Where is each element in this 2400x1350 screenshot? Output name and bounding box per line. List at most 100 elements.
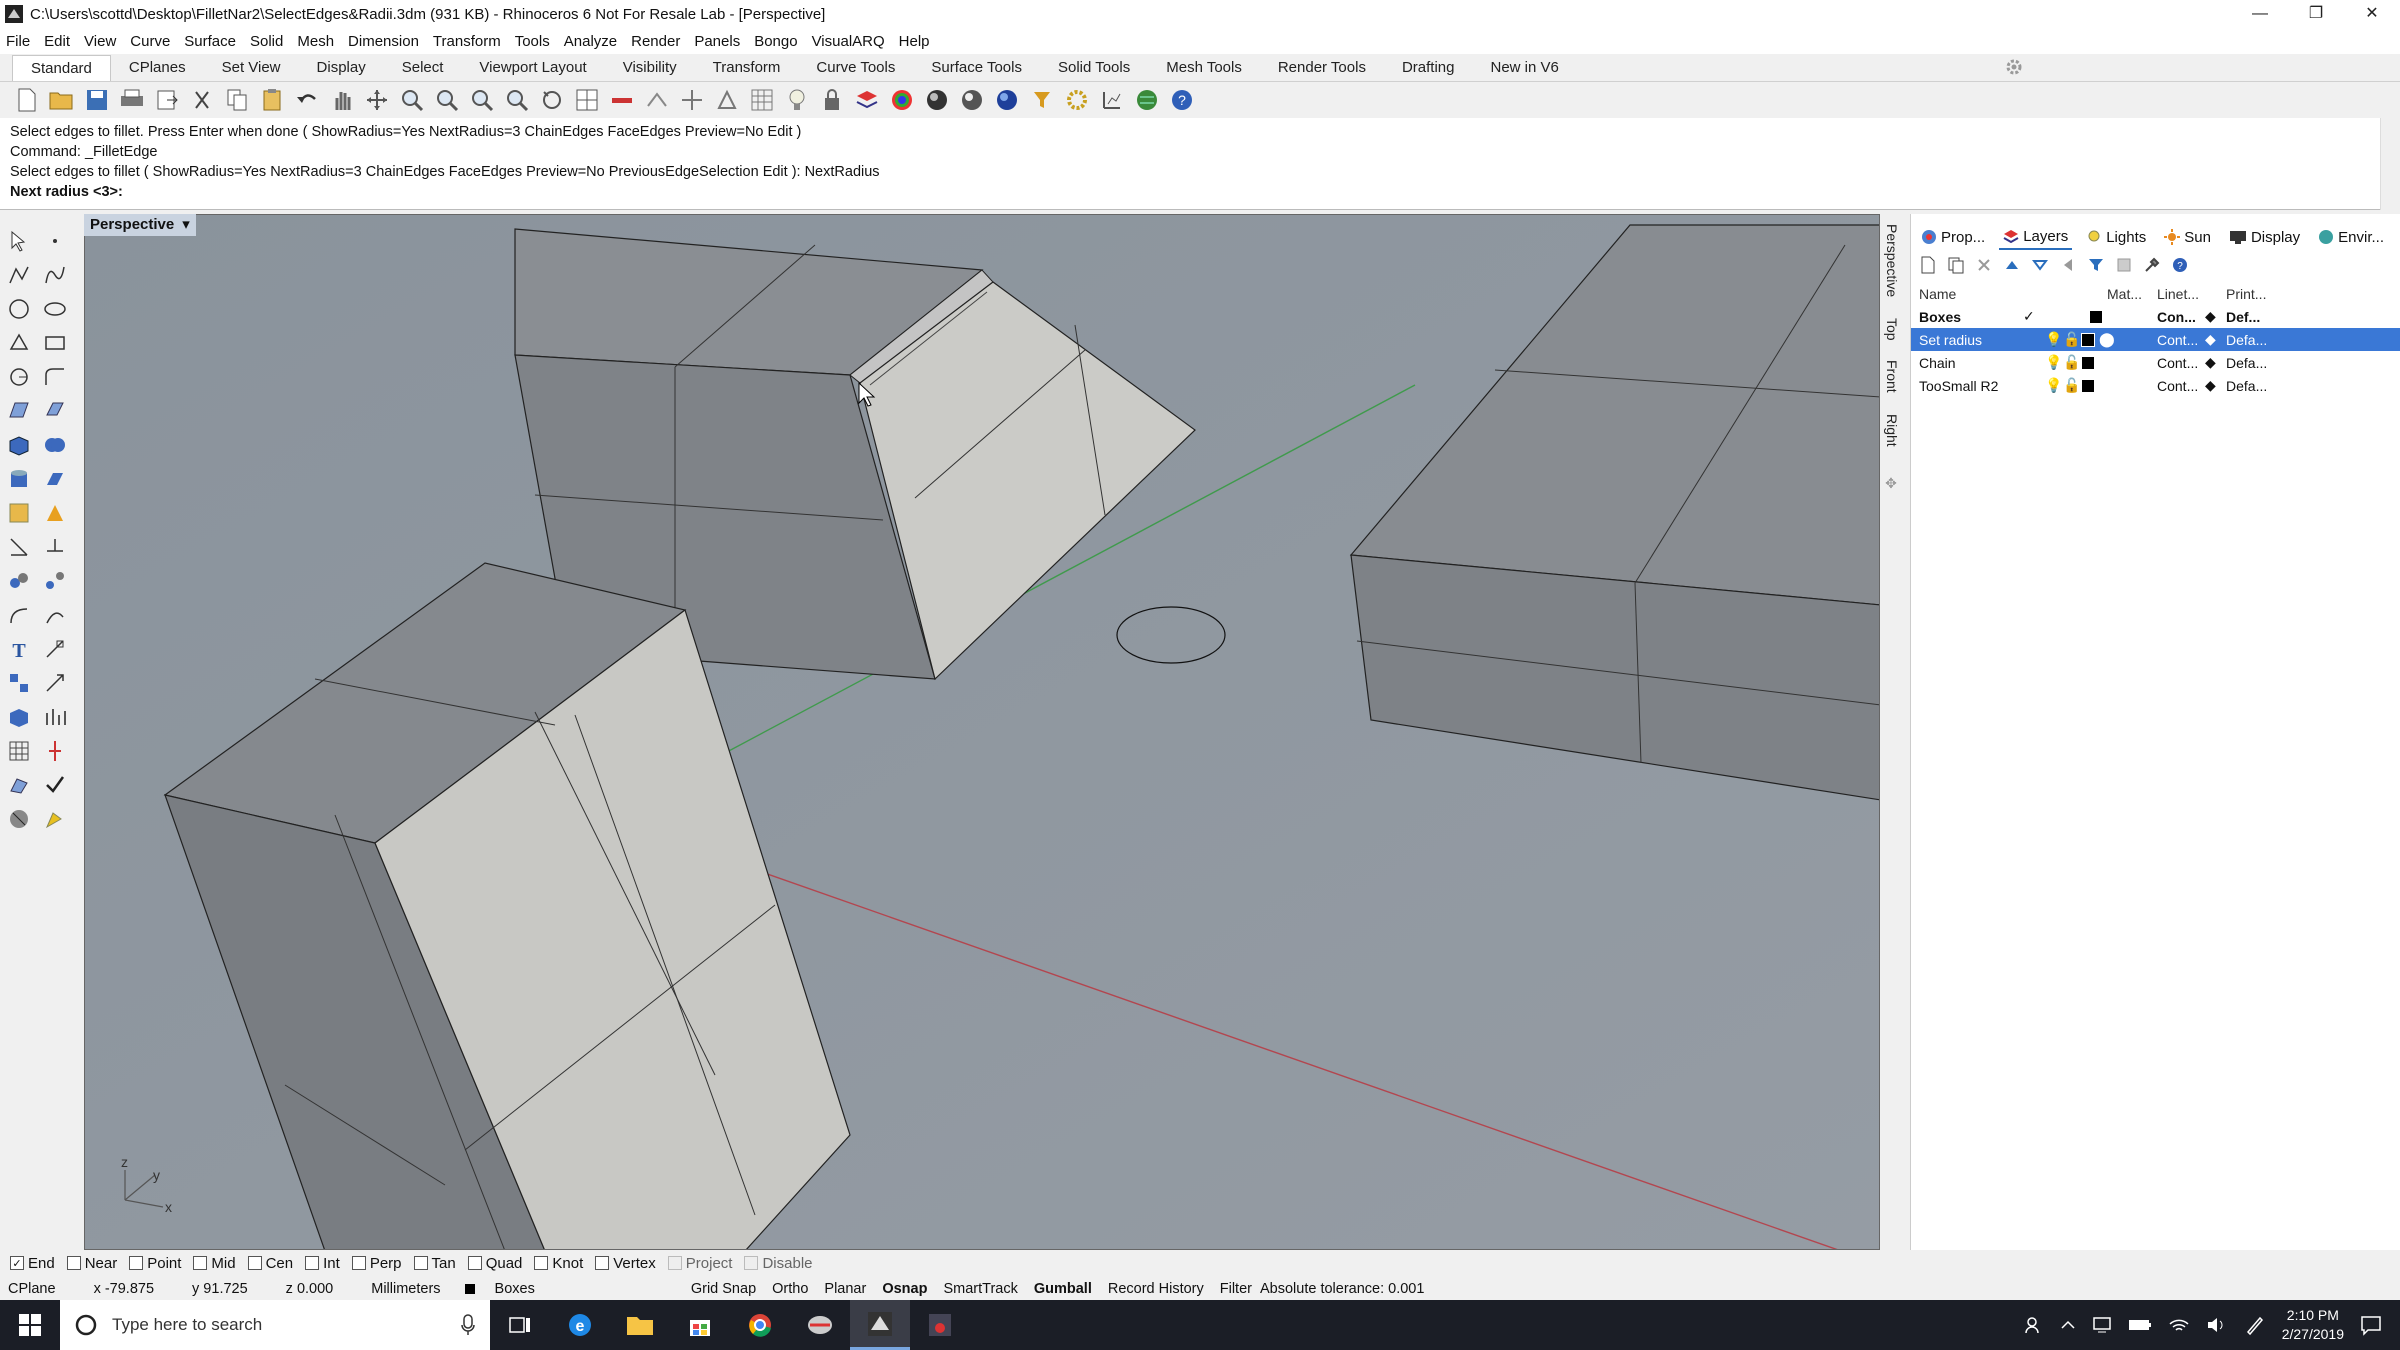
dims-icon[interactable] [4, 770, 34, 800]
copy-icon[interactable] [222, 86, 251, 115]
layer-options-icon[interactable] [2113, 254, 2135, 276]
status-grid-snap[interactable]: Grid Snap [691, 1281, 756, 1297]
status-cplane[interactable]: CPlane [8, 1281, 56, 1297]
mesh-icon[interactable] [4, 498, 34, 528]
tab-viewport-layout[interactable]: Viewport Layout [461, 55, 604, 81]
add-view-icon[interactable]: ✥ [1884, 476, 1900, 492]
view-tab-right[interactable]: Right [1884, 414, 1900, 447]
tab-surface-tools[interactable]: Surface Tools [913, 55, 1040, 81]
scale-icon[interactable] [40, 668, 70, 698]
people-icon[interactable] [2024, 1315, 2044, 1335]
tab-sun[interactable]: Sun [2160, 224, 2215, 250]
menu-surface[interactable]: Surface [184, 33, 236, 50]
tab-layers[interactable]: Layers [1999, 224, 2073, 250]
layer-print-width[interactable]: Defa... [2226, 355, 2267, 371]
light-bulb-on-icon[interactable]: 💡 [2045, 354, 2062, 371]
wifi-icon[interactable] [2168, 1316, 2190, 1334]
options-icon[interactable] [1062, 86, 1091, 115]
app-icon[interactable] [790, 1300, 850, 1350]
box-icon[interactable] [4, 430, 34, 460]
osnap-perp[interactable]: Perp [351, 1255, 402, 1272]
export-icon[interactable] [152, 86, 181, 115]
cylinder-icon[interactable] [4, 464, 34, 494]
unlock-icon[interactable]: 🔓 [2063, 331, 2080, 348]
checkbox-disabled[interactable] [667, 1256, 682, 1270]
undo-icon[interactable] [292, 86, 321, 115]
cplane-icon[interactable] [607, 86, 636, 115]
point-icon[interactable] [40, 226, 70, 256]
globe-icon[interactable] [1132, 86, 1161, 115]
osnap-tan[interactable]: Tan [413, 1255, 456, 1272]
layer-color-swatch[interactable] [2081, 378, 2095, 393]
layer-print-width[interactable]: Def... [2226, 309, 2260, 325]
menu-tools[interactable]: Tools [515, 33, 550, 50]
layer-icon[interactable] [852, 86, 881, 115]
tools-icon[interactable] [2141, 254, 2163, 276]
tab-transform[interactable]: Transform [695, 55, 799, 81]
osnap-cen[interactable]: Cen [247, 1255, 293, 1272]
grid-array-icon[interactable] [4, 736, 34, 766]
menu-render[interactable]: Render [631, 33, 680, 50]
menu-view[interactable]: View [84, 33, 116, 50]
tab-solid-tools[interactable]: Solid Tools [1040, 55, 1148, 81]
checkbox[interactable] [534, 1256, 549, 1270]
close-button[interactable]: ✕ [2344, 0, 2400, 28]
checkbox[interactable] [595, 1256, 610, 1270]
ungroup-icon[interactable] [40, 566, 70, 596]
print-icon[interactable] [117, 86, 146, 115]
viewport-title[interactable]: Perspective ▾ [84, 214, 196, 236]
surface-icon[interactable] [4, 396, 34, 426]
panel-help-icon[interactable]: ? [2169, 254, 2191, 276]
task-view-icon[interactable] [490, 1300, 550, 1350]
delete-layer-icon[interactable] [1973, 254, 1995, 276]
tab-lights[interactable]: Lights [2082, 224, 2150, 250]
command-prompt[interactable]: Next radius <3>: [10, 182, 2390, 202]
menu-transform[interactable]: Transform [433, 33, 501, 50]
boolean-union-icon[interactable] [40, 430, 70, 460]
perspective-viewport[interactable]: z y x [84, 214, 1880, 1250]
checkbox[interactable] [467, 1256, 482, 1270]
split-icon[interactable] [40, 532, 70, 562]
zoom-selected-icon[interactable] [502, 86, 531, 115]
layer-color-swatch[interactable] [2081, 332, 2095, 347]
chevron-up-icon[interactable] [2060, 1317, 2076, 1333]
notifications-icon[interactable] [2360, 1314, 2382, 1336]
osnap-knot[interactable]: Knot [534, 1255, 583, 1272]
gear-icon[interactable] [2005, 58, 2023, 76]
status-gumball[interactable]: Gumball [1034, 1281, 1092, 1297]
new-sublayer-icon[interactable] [1945, 254, 1967, 276]
zoom-window-icon[interactable] [432, 86, 461, 115]
arc-icon[interactable] [4, 362, 34, 392]
fillet-curve-icon[interactable] [40, 362, 70, 392]
viewport-name[interactable]: Perspective [90, 214, 174, 236]
view-tab-top[interactable]: Top [1884, 318, 1900, 341]
checkbox-disabled[interactable] [744, 1256, 759, 1270]
osnap-mid[interactable]: Mid [193, 1255, 236, 1272]
grid-snap-icon[interactable] [677, 86, 706, 115]
shaded-sphere-icon[interactable] [922, 86, 951, 115]
tab-properties[interactable]: Prop... [1917, 224, 1989, 250]
status-current-layer[interactable]: Boxes [457, 1281, 543, 1297]
offset-icon[interactable] [4, 600, 34, 630]
restore-button[interactable]: ❐ [2288, 0, 2344, 28]
menu-dimension[interactable]: Dimension [348, 33, 419, 50]
checkbox[interactable] [413, 1256, 428, 1270]
paint-icon[interactable] [40, 804, 70, 834]
circle-icon[interactable] [4, 294, 34, 324]
menu-solid[interactable]: Solid [250, 33, 283, 50]
layer-print-width[interactable]: Defa... [2226, 332, 2267, 348]
move-down-icon[interactable] [2029, 254, 2051, 276]
checkbox[interactable] [193, 1256, 208, 1270]
tab-display[interactable]: Display [299, 55, 384, 81]
print-color-diamond-icon[interactable]: ◆ [2205, 377, 2216, 394]
menu-edit[interactable]: Edit [44, 33, 70, 50]
command-scrollbar[interactable] [2380, 118, 2400, 210]
lock-icon[interactable] [817, 86, 846, 115]
checkbox[interactable] [305, 1256, 320, 1270]
windows-start-icon[interactable] [0, 1300, 60, 1350]
group-icon[interactable] [4, 566, 34, 596]
grid-icon[interactable] [747, 86, 776, 115]
print-color-diamond-icon[interactable]: ◆ [2205, 308, 2216, 325]
material-circle-icon[interactable]: ⬤ [2099, 331, 2115, 348]
tab-new-in-v6[interactable]: New in V6 [1473, 55, 1577, 81]
